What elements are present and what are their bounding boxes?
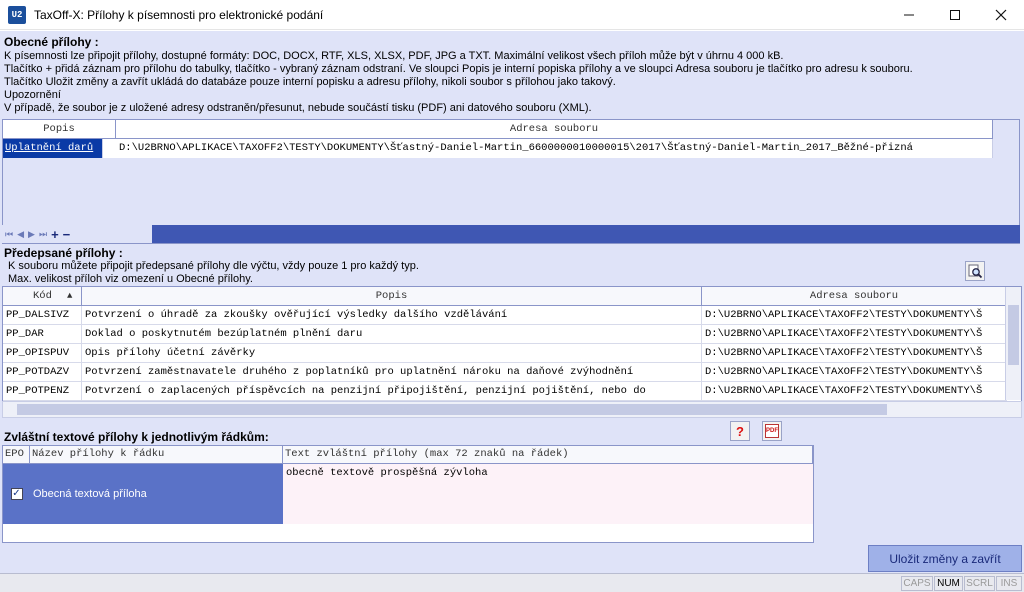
table-row[interactable]: PP_POTDAZV Potvrzení zaměstnavatele druh… [3,363,1007,382]
cell-popis[interactable]: Potvrzení zaměstnavatele druhého z popla… [82,363,702,381]
help-icon: ? [736,423,744,439]
scrollbar-thumb[interactable] [17,404,887,415]
cell-kod[interactable]: PP_DAR [3,325,82,343]
column-header-popis[interactable]: Popis [82,287,702,306]
remove-record-button[interactable]: − [63,227,71,242]
cell-popis[interactable]: Potvrzení o úhradě za zkoušky ověřující … [82,306,702,324]
next-record-icon[interactable]: ▶ [28,229,35,240]
column-header-name[interactable]: Název přílohy k řádku [30,446,283,464]
prescribed-horizontal-scrollbar[interactable] [2,401,1022,418]
general-info-warning: Upozornění [4,89,61,101]
close-icon [995,9,1007,21]
special-text-grid: EPO Název přílohy k řádku Text zvláštní … [2,445,814,543]
window-controls [886,0,1024,30]
cell-kod[interactable]: PP_OPISPUV [3,344,82,362]
column-header-kod[interactable]: Kód ▲ [3,287,82,306]
general-horizontal-scrollbar[interactable] [152,225,1020,243]
maximize-icon [950,10,960,20]
sort-ascending-icon: ▲ [67,291,73,301]
scrollbar-thumb[interactable] [1008,305,1019,365]
prescribed-grid-header: Kód ▲ Popis Adresa souboru [3,287,1007,306]
status-bar: CAPS NUM SCRL INS [0,573,1024,592]
column-header-text[interactable]: Text zvláštní přílohy (max 72 znaků na ř… [283,446,813,464]
attachment-name-cell[interactable]: Obecná textová příloha [30,464,283,524]
general-info-line: Tlačítko Uložit změny a zavřít ukládá do… [4,76,616,88]
pdf-export-button[interactable]: PDF [762,421,782,441]
first-record-icon[interactable]: ⏮ [5,229,13,240]
column-header-adresa[interactable]: Adresa souboru [116,120,993,139]
cell-kod[interactable]: PP_POTDAZV [3,363,82,381]
help-button[interactable]: ? [730,421,750,441]
epo-checkbox[interactable]: ✓ [10,488,23,500]
cell-adresa[interactable]: D:\U2BRNO\APLIKACE\TAXOFF2\TESTY\DOKUMEN… [116,139,993,158]
column-header-epo[interactable]: EPO [3,446,30,464]
table-row[interactable]: Uplatnění darů D:\U2BRNO\APLIKACE\TAXOFF… [3,139,993,158]
pdf-icon: PDF [765,424,779,438]
column-header-adresa[interactable]: Adresa souboru [702,287,1007,306]
app-icon: U2 [8,5,26,24]
prescribed-section-title: Předepsané přílohy : [4,246,123,260]
general-grid-header: Popis Adresa souboru [3,120,993,139]
special-section-title: Zvláštní textové přílohy k jednotlivým ř… [4,430,269,444]
scroll-lock-indicator: SCRL [964,576,995,591]
general-section-title: Obecné přílohy : [4,35,99,49]
table-row[interactable]: PP_OPISPUV Opis přílohy účetní závěrky D… [3,344,1007,363]
prev-record-icon[interactable]: ◀ [17,229,24,240]
magnifier-icon [968,264,983,279]
main-panel: Obecné přílohy : K písemnosti lze připoj… [0,31,1024,592]
caps-lock-indicator: CAPS [901,576,933,591]
title-bar: U2 TaxOff-X: Přílohy k písemnosti pro el… [0,0,1024,30]
cell-adresa[interactable]: D:\U2BRNO\APLIKACE\TAXOFF2\TESTY\DOKUMEN… [702,363,1007,381]
minimize-button[interactable] [886,0,932,30]
cell-popis[interactable]: Doklad o poskytnutém bezúplatném plnění … [82,325,702,343]
cell-kod[interactable]: PP_POTPENZ [3,382,82,400]
prescribed-info-line: K souboru můžete připojit předepsané pří… [8,260,419,272]
save-and-close-button[interactable]: Uložit změny a zavřít [868,545,1022,572]
minimize-icon [904,14,914,16]
last-record-icon[interactable]: ⏭ [39,229,47,240]
window-title: TaxOff-X: Přílohy k písemnosti pro elekt… [34,7,324,22]
prescribed-info-line: Max. velikost příloh viz omezení u Obecn… [8,273,253,285]
attachment-text-field[interactable]: obecně textově prospěšná zývloha [283,464,813,524]
grid-navigator: ⏮ ◀ ▶ ⏭ + − [2,225,152,243]
column-header-popis[interactable]: Popis [3,120,116,139]
general-info-line: K písemnosti lze připojit přílohy, dostu… [4,50,784,62]
special-grid-header: EPO Název přílohy k řádku Text zvláštní … [3,446,813,464]
insert-mode-indicator: INS [996,576,1022,591]
num-lock-indicator: NUM [934,576,963,591]
browse-file-button[interactable] [965,261,985,281]
table-row[interactable]: PP_DALSIVZ Potvrzení o úhradě za zkoušky… [3,306,1007,325]
cell-popis[interactable]: Potvrzení o zaplacených příspěvcích na p… [82,382,702,400]
column-header-kod-label: Kód [33,290,52,302]
prescribed-vertical-scrollbar[interactable] [1005,287,1021,400]
table-row[interactable]: PP_POTPENZ Potvrzení o zaplacených přísp… [3,382,1007,401]
close-button[interactable] [978,0,1024,30]
prescribed-attachments-grid: Kód ▲ Popis Adresa souboru PP_DALSIVZ Po… [2,286,1022,418]
cell-adresa[interactable]: D:\U2BRNO\APLIKACE\TAXOFF2\TESTY\DOKUMEN… [702,382,1007,400]
cell-popis[interactable]: Uplatnění darů [3,139,103,158]
cell-kod[interactable]: PP_DALSIVZ [3,306,82,324]
add-record-button[interactable]: + [51,227,59,242]
table-row[interactable]: PP_DAR Doklad o poskytnutém bezúplatném … [3,325,1007,344]
cell-adresa[interactable]: D:\U2BRNO\APLIKACE\TAXOFF2\TESTY\DOKUMEN… [702,325,1007,343]
cell-adresa[interactable]: D:\U2BRNO\APLIKACE\TAXOFF2\TESTY\DOKUMEN… [702,306,1007,324]
maximize-button[interactable] [932,0,978,30]
cell-popis[interactable]: Opis přílohy účetní závěrky [82,344,702,362]
cell-adresa[interactable]: D:\U2BRNO\APLIKACE\TAXOFF2\TESTY\DOKUMEN… [702,344,1007,362]
general-info-line: Tlačítko + přidá záznam pro přílohu do t… [4,63,913,75]
general-info-line: V případě, že soubor je z uložené adresy… [4,102,592,114]
epo-cell[interactable]: ✓ [3,464,30,524]
